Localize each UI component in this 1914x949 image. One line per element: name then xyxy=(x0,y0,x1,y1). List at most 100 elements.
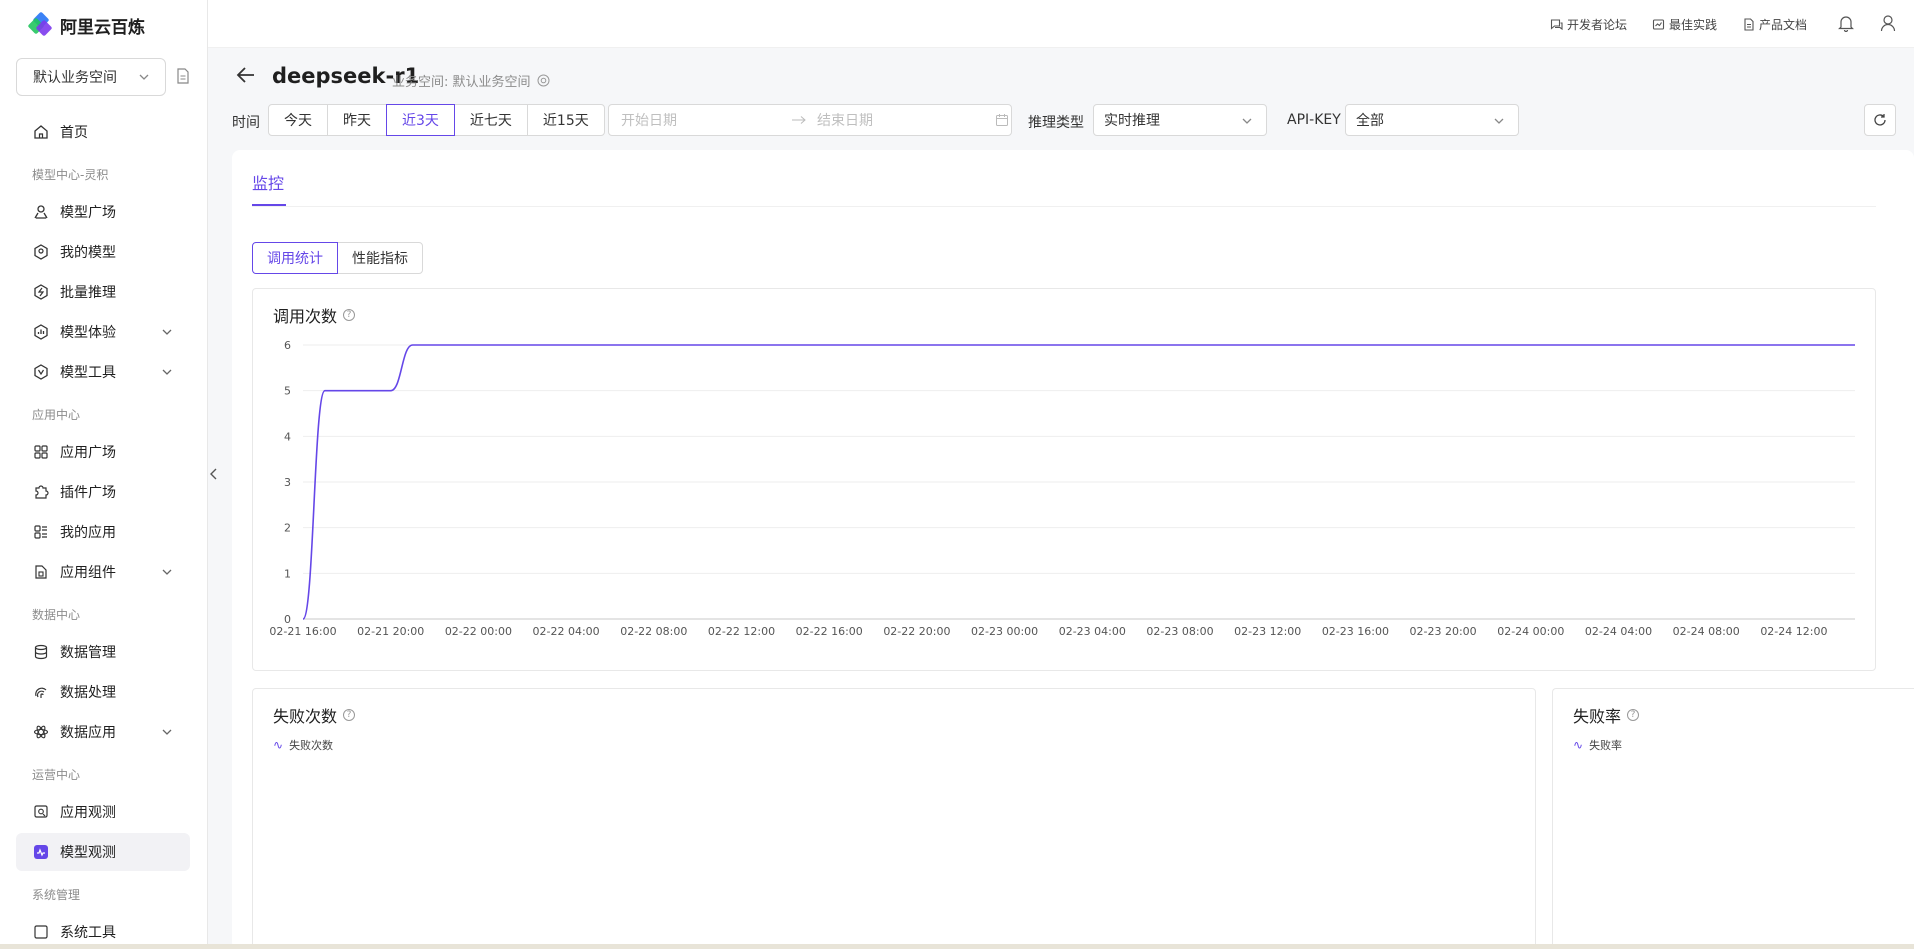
developer-forum-link[interactable]: 开发者论坛 xyxy=(1550,16,1627,33)
grid-icon xyxy=(32,443,50,461)
main-content: deepseek-r1 业务空间: 默认业务空间 时间 今天 昨天 近3天 近七… xyxy=(208,48,1914,949)
product-docs-link[interactable]: 产品文档 xyxy=(1743,16,1807,33)
database-icon xyxy=(32,643,50,661)
chevron-down-icon xyxy=(1494,118,1504,124)
sidebar-item-my-models[interactable]: 我的模型 xyxy=(16,233,190,271)
x-tick-label: 02-24 00:00 xyxy=(1497,625,1564,638)
chevron-down-icon xyxy=(162,329,172,335)
sidebar-item-label: 数据处理 xyxy=(60,685,116,701)
fail-count-title: 失败次数 ? xyxy=(273,703,356,727)
refresh-button[interactable] xyxy=(1864,104,1896,136)
sidebar-item-app-observe[interactable]: 应用观测 xyxy=(16,793,190,831)
start-date-input[interactable]: 开始日期 xyxy=(621,110,791,130)
y-tick-label: 5 xyxy=(284,385,291,398)
time-option-today[interactable]: 今天 xyxy=(268,104,328,136)
sidebar-item-label: 模型观测 xyxy=(60,845,116,861)
sidebar-item-app-plaza[interactable]: 应用广场 xyxy=(16,433,190,471)
sidebar-item-plugin-plaza[interactable]: 插件广场 xyxy=(16,473,190,511)
workspace-select-value: 默认业务空间 xyxy=(33,70,117,86)
practice-icon xyxy=(1652,19,1665,30)
nav-group-app-center: 应用中心 xyxy=(32,408,81,422)
date-range-picker[interactable]: 开始日期 结束日期 xyxy=(608,104,1012,136)
system-tools-icon xyxy=(32,923,50,941)
sidebar-item-label: 数据应用 xyxy=(60,725,116,741)
sidebar-item-data-apps[interactable]: 数据应用 xyxy=(16,713,190,751)
brand-name: 阿里云百炼 xyxy=(60,17,145,38)
help-icon[interactable]: ? xyxy=(343,709,356,721)
forum-icon xyxy=(1550,19,1563,31)
x-tick-label: 02-22 08:00 xyxy=(620,625,687,638)
chevron-down-icon xyxy=(139,74,149,80)
sidebar-item-app-components[interactable]: 应用组件 xyxy=(16,553,190,591)
sidebar-item-batch-inference[interactable]: 批量推理 xyxy=(16,273,190,311)
subtab-performance[interactable]: 性能指标 xyxy=(337,242,423,274)
x-tick-label: 02-24 08:00 xyxy=(1673,625,1740,638)
sidebar-item-label: 系统工具 xyxy=(60,925,116,941)
calls-line-chart: 012345602-21 16:00 02-21 20:00 02-22 00:00… xyxy=(269,339,1855,638)
x-tick-label: 02-22 00:00 xyxy=(445,625,512,638)
my-models-icon xyxy=(32,243,50,261)
fail-count-legend[interactable]: ∿ 失败次数 xyxy=(273,737,333,753)
y-tick-label: 4 xyxy=(284,430,291,443)
sidebar-item-label: 模型广场 xyxy=(60,205,116,221)
model-plaza-icon xyxy=(32,203,50,221)
inference-type-select[interactable]: 实时推理 xyxy=(1093,104,1267,136)
subtab-call-stats[interactable]: 调用统计 xyxy=(252,242,338,274)
sidebar-item-label: 应用组件 xyxy=(60,565,116,581)
puzzle-icon xyxy=(32,483,50,501)
bottom-strip xyxy=(0,944,1914,949)
x-tick-label: 02-24 12:00 xyxy=(1760,625,1827,638)
y-tick-label: 6 xyxy=(284,339,291,352)
chevron-down-icon xyxy=(1242,118,1252,124)
sidebar-item-label: 应用观测 xyxy=(60,805,116,821)
chevron-down-icon xyxy=(162,369,172,375)
app-observe-icon xyxy=(32,803,50,821)
x-tick-label: 02-23 16:00 xyxy=(1322,625,1389,638)
x-tick-label: 02-23 04:00 xyxy=(1059,625,1126,638)
y-tick-label: 3 xyxy=(284,476,291,489)
sidebar: 阿里云百炼 默认业务空间 首页 模型中心-灵积 模型广场 我的模型 批量推理 模… xyxy=(0,0,208,949)
sidebar-item-label: 我的应用 xyxy=(60,525,116,541)
fail-rate-legend[interactable]: ∿ 失败率 xyxy=(1573,737,1622,753)
sidebar-item-label: 模型体验 xyxy=(60,325,116,341)
time-option-15days[interactable]: 近15天 xyxy=(526,104,605,136)
tab-monitor[interactable]: 监控 xyxy=(252,170,284,194)
nav-group-ops-center: 运营中心 xyxy=(32,768,81,782)
sidebar-item-data-management[interactable]: 数据管理 xyxy=(16,633,190,671)
brand-logo[interactable]: 阿里云百炼 xyxy=(27,11,145,38)
help-icon[interactable]: ? xyxy=(1627,709,1640,721)
bailian-logo-icon xyxy=(27,11,53,37)
back-arrow-icon[interactable] xyxy=(236,66,256,84)
chevron-down-icon xyxy=(162,569,172,575)
inference-type-label: 推理类型 xyxy=(1028,115,1084,131)
x-tick-label: 02-24 04:00 xyxy=(1585,625,1652,638)
sidebar-item-label: 模型工具 xyxy=(60,365,116,381)
sidebar-item-data-processing[interactable]: 数据处理 xyxy=(16,673,190,711)
sidebar-item-model-experience[interactable]: 模型体验 xyxy=(16,313,190,351)
copy-icon[interactable] xyxy=(537,74,550,87)
workspace-select[interactable]: 默认业务空间 xyxy=(16,58,166,96)
end-date-input[interactable]: 结束日期 xyxy=(817,110,987,130)
sidebar-item-my-apps[interactable]: 我的应用 xyxy=(16,513,190,551)
legend-swatch-icon: ∿ xyxy=(273,738,284,752)
sidebar-item-model-tools[interactable]: 模型工具 xyxy=(16,353,190,391)
user-icon[interactable] xyxy=(1880,14,1896,32)
sidebar-item-label: 应用广场 xyxy=(60,445,116,461)
best-practice-link[interactable]: 最佳实践 xyxy=(1652,16,1717,33)
stats-type-segmented: 调用统计 性能指标 xyxy=(252,242,423,274)
my-apps-icon xyxy=(32,523,50,541)
sidebar-item-model-observe[interactable]: 模型观测 xyxy=(16,833,190,871)
time-option-3days[interactable]: 近3天 xyxy=(386,104,455,136)
time-option-yesterday[interactable]: 昨天 xyxy=(327,104,387,136)
x-tick-label: 02-23 20:00 xyxy=(1410,625,1477,638)
time-option-7days[interactable]: 近七天 xyxy=(453,104,528,136)
sidebar-item-home[interactable]: 首页 xyxy=(16,113,190,151)
calendar-icon xyxy=(996,114,1008,126)
sidebar-item-model-plaza[interactable]: 模型广场 xyxy=(16,193,190,231)
api-key-select[interactable]: 全部 xyxy=(1345,104,1519,136)
document-icon[interactable] xyxy=(176,68,190,84)
chevron-down-icon xyxy=(162,729,172,735)
bell-icon[interactable] xyxy=(1838,14,1854,32)
nav-group-model-center: 模型中心-灵积 xyxy=(32,168,109,182)
nav-group-system: 系统管理 xyxy=(32,888,81,902)
